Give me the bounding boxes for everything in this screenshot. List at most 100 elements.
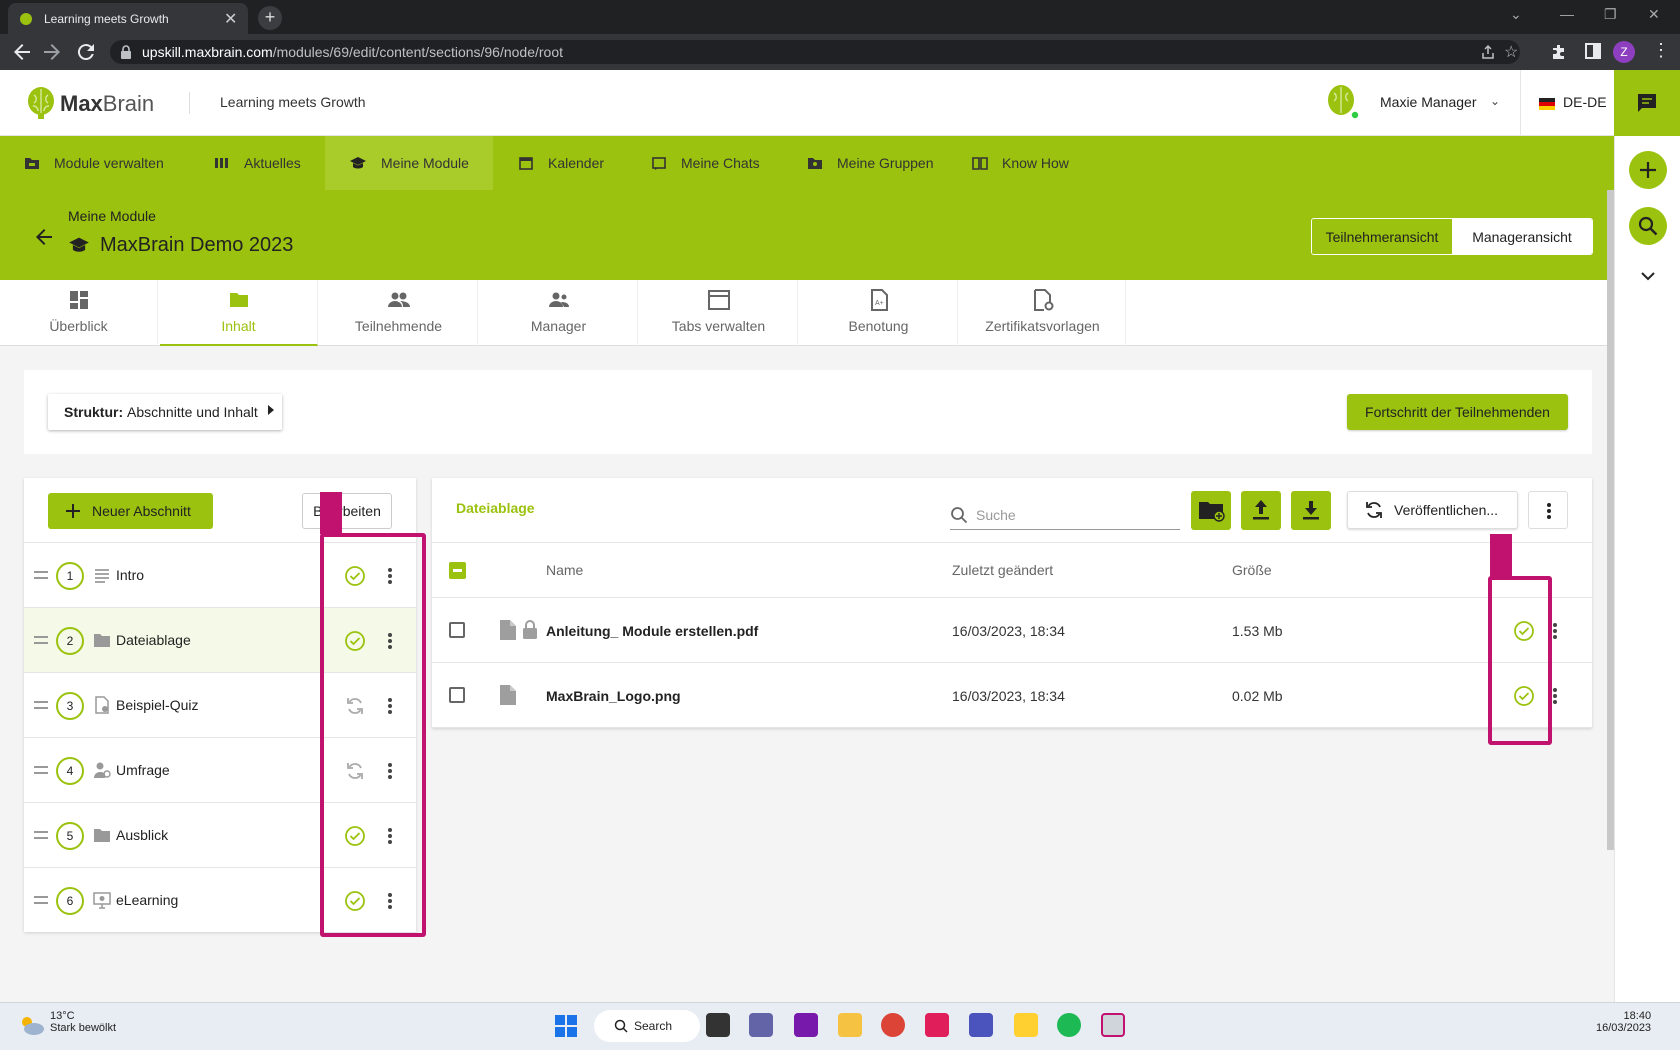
- breadcrumb[interactable]: Meine Module: [68, 208, 156, 224]
- bookmark-star-icon[interactable]: ☆: [1504, 42, 1518, 62]
- taskbar-search[interactable]: Search: [594, 1010, 700, 1042]
- tab-search-icon[interactable]: ⌄: [1510, 6, 1522, 23]
- tab-zertifikatsvorlagen[interactable]: Zertifikatsvorlagen: [960, 280, 1126, 346]
- drag-handle-icon[interactable]: [34, 896, 48, 904]
- slack-icon[interactable]: [925, 1013, 949, 1037]
- share-icon[interactable]: [1480, 44, 1496, 60]
- drag-handle-icon[interactable]: [34, 831, 48, 839]
- teams-chat-icon[interactable]: [749, 1013, 773, 1037]
- tab-inhalt[interactable]: Inhalt: [160, 280, 318, 346]
- file-icon: [499, 619, 517, 641]
- publish-button[interactable]: Veröffentlichen...: [1347, 491, 1518, 529]
- minimize-icon[interactable]: —: [1560, 6, 1574, 22]
- collapse-chevron-icon[interactable]: [1640, 270, 1656, 282]
- profile-avatar[interactable]: Z: [1613, 41, 1635, 63]
- structure-selector[interactable]: Struktur: Abschnitte und Inhalt: [48, 394, 282, 430]
- nav-item-module-verwalten[interactable]: Module verwalten: [0, 136, 188, 190]
- user-name[interactable]: Maxie Manager: [1380, 94, 1477, 110]
- brain-logo-icon[interactable]: [26, 86, 56, 120]
- temperature: 13°C: [50, 1010, 75, 1022]
- column-header-name[interactable]: Name: [546, 562, 583, 578]
- file-name[interactable]: Anleitung_ Module erstellen.pdf: [546, 623, 758, 639]
- browser-menu-icon[interactable]: ⋮: [1652, 40, 1670, 61]
- file-name[interactable]: MaxBrain_Logo.png: [546, 688, 681, 704]
- nav-item-aktuelles[interactable]: Aktuelles: [190, 136, 325, 190]
- search-button[interactable]: [1629, 207, 1667, 245]
- file-row[interactable]: Anleitung_ Module erstellen.pdf 16/03/202…: [432, 598, 1592, 663]
- chrome-icon[interactable]: [881, 1013, 905, 1037]
- search-input[interactable]: Suche: [950, 500, 1180, 530]
- nav-item-label: Kalender: [548, 155, 605, 171]
- file-explorer-icon[interactable]: [838, 1013, 862, 1037]
- highlight-tab-sections: [320, 492, 342, 534]
- tab-label: Zertifikatsvorlagen: [985, 318, 1100, 334]
- text-lines-icon: [92, 565, 112, 585]
- select-all-checkbox[interactable]: [449, 562, 466, 579]
- tab-teilnehmende[interactable]: Teilnehmende: [320, 280, 478, 346]
- back-arrow-icon[interactable]: [32, 225, 56, 249]
- nav-item-meine-module[interactable]: Meine Module: [325, 136, 493, 190]
- language-selector[interactable]: DE-DE: [1520, 70, 1615, 136]
- manager-view-button[interactable]: Manageransicht: [1452, 219, 1592, 254]
- new-section-button[interactable]: Neuer Abschnitt: [48, 493, 213, 529]
- chevron-down-icon[interactable]: ⌄: [1490, 94, 1500, 108]
- edit-button[interactable]: Bearbeiten: [302, 493, 392, 529]
- address-bar[interactable]: upskill.maxbrain.com/modules/69/edit/con…: [110, 40, 1520, 64]
- nav-item-meine-gruppen[interactable]: Meine Gruppen: [783, 136, 958, 190]
- column-header-modified[interactable]: Zuletzt geändert: [952, 562, 1053, 578]
- teams-icon[interactable]: [969, 1013, 993, 1037]
- tab-title: Learning meets Growth: [44, 12, 169, 26]
- drag-handle-icon[interactable]: [34, 571, 48, 579]
- forward-icon[interactable]: [40, 40, 64, 64]
- browser-tab[interactable]: Learning meets Growth ✕: [8, 3, 248, 34]
- window-close-icon[interactable]: ✕: [1648, 6, 1660, 23]
- row-checkbox[interactable]: [449, 687, 465, 703]
- nav-item-know-how[interactable]: Know How: [948, 136, 1093, 190]
- cloud-weather-icon[interactable]: [18, 1014, 46, 1036]
- drag-handle-icon[interactable]: [34, 766, 48, 774]
- drag-handle-icon[interactable]: [34, 701, 48, 709]
- nav-item-kalender[interactable]: Kalender: [494, 136, 628, 190]
- download-button[interactable]: [1291, 491, 1331, 530]
- file-row[interactable]: MaxBrain_Logo.png 16/03/2023, 18:34 0.02 M…: [432, 663, 1592, 728]
- kebab-icon: [1547, 503, 1551, 519]
- upload-icon: [1253, 500, 1269, 520]
- grade-icon: A+: [867, 288, 891, 312]
- participant-progress-button[interactable]: Fortschritt der Teilnehmenden: [1347, 394, 1568, 430]
- system-clock[interactable]: 18:40 16/03/2023: [1596, 1010, 1651, 1034]
- new-tab-button[interactable]: +: [258, 6, 282, 30]
- miro-icon[interactable]: [1014, 1013, 1038, 1037]
- back-icon[interactable]: [10, 40, 34, 64]
- scrollbar[interactable]: [1607, 190, 1614, 850]
- extensions-icon[interactable]: [1550, 43, 1568, 61]
- spotify-icon[interactable]: [1057, 1013, 1081, 1037]
- windows-start-icon[interactable]: [554, 1014, 578, 1038]
- more-options-button[interactable]: [1528, 491, 1568, 529]
- column-header-size[interactable]: Größe: [1232, 562, 1272, 578]
- tab-ueberblick[interactable]: Überblick: [0, 280, 158, 346]
- snipping-tool-icon[interactable]: [1101, 1013, 1125, 1037]
- new-folder-button[interactable]: [1191, 491, 1231, 530]
- sync-icon: [1366, 502, 1382, 518]
- upload-button[interactable]: [1241, 491, 1281, 530]
- onenote-icon[interactable]: [794, 1013, 818, 1037]
- weather-widget[interactable]: 13°C Stark bewölkt: [50, 1010, 116, 1034]
- tab-benotung[interactable]: A+ Benotung: [800, 280, 958, 346]
- user-avatar[interactable]: [1326, 84, 1360, 120]
- restore-icon[interactable]: ❐: [1604, 6, 1617, 23]
- tab-close-icon[interactable]: ✕: [224, 9, 237, 29]
- people-icon: [387, 288, 411, 312]
- participant-view-button[interactable]: Teilnehmeransicht: [1312, 219, 1452, 254]
- quiz-icon: [92, 695, 112, 715]
- reload-icon[interactable]: [74, 40, 98, 64]
- row-checkbox[interactable]: [449, 622, 465, 638]
- nav-item-meine-chats[interactable]: Meine Chats: [627, 136, 784, 190]
- chat-button[interactable]: [1614, 70, 1680, 136]
- add-button[interactable]: [1629, 151, 1667, 189]
- drag-handle-icon[interactable]: [34, 636, 48, 644]
- tab-tabs-verwalten[interactable]: Tabs verwalten: [640, 280, 798, 346]
- tab-manager[interactable]: Manager: [480, 280, 638, 346]
- task-view-icon[interactable]: [706, 1013, 730, 1037]
- side-panel-icon[interactable]: [1585, 43, 1601, 59]
- folder-icon: [92, 630, 112, 650]
